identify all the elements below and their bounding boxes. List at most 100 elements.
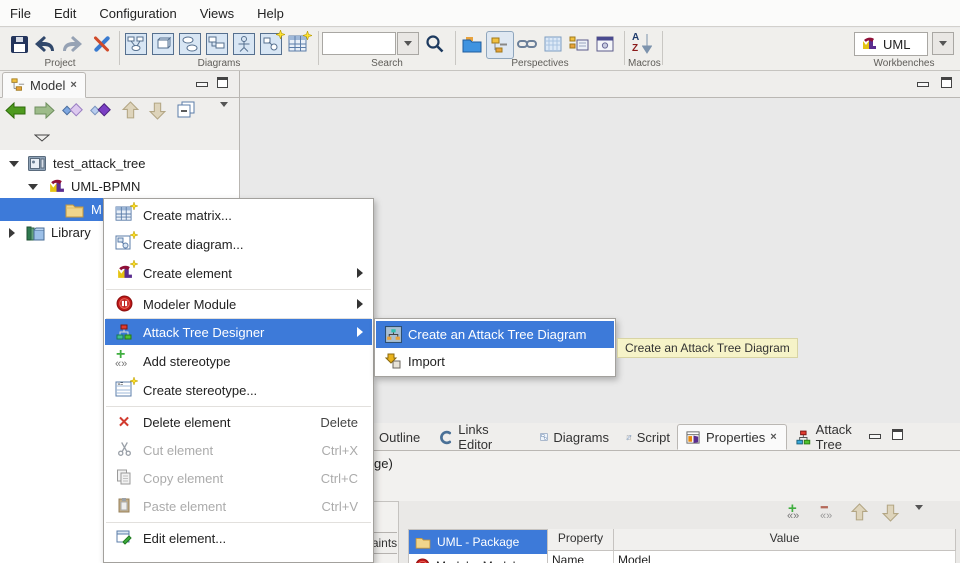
- tree-item-project[interactable]: test_attack_tree: [0, 152, 240, 175]
- minimize-button[interactable]: [195, 79, 208, 89]
- move-up-button[interactable]: [121, 101, 140, 123]
- expand-toggle-icon[interactable]: [9, 228, 15, 238]
- value-cell-name[interactable]: Model: [614, 551, 956, 563]
- view-menu-button[interactable]: [220, 107, 228, 122]
- minimize-button[interactable]: [916, 79, 929, 89]
- toolbar-group-label-project: Project: [4, 58, 116, 69]
- menu-item-create-stereotype[interactable]: «= Create stereotype...: [105, 376, 372, 404]
- composite-diagram-button[interactable]: [204, 31, 230, 57]
- close-icon[interactable]: ×: [770, 431, 776, 443]
- menu-item-edit-element[interactable]: Edit element...: [105, 524, 372, 552]
- list-item-label: UML - Package: [437, 535, 519, 549]
- list-item-modeler-module[interactable]: Modeler Module: [409, 554, 547, 563]
- expand-toggle-icon[interactable]: [9, 161, 19, 167]
- macros-button[interactable]: A Z: [629, 31, 655, 57]
- menu-views[interactable]: Views: [200, 6, 247, 21]
- chevron-expander-icon[interactable]: [34, 134, 50, 142]
- table-header-value: Value: [614, 529, 956, 551]
- sort-az-icon: A Z: [631, 33, 653, 55]
- tab-label: Properties: [706, 430, 765, 445]
- move-stereotype-up-button[interactable]: [850, 503, 869, 525]
- menu-separator: [106, 406, 371, 407]
- maximize-icon: [892, 429, 903, 440]
- maximize-icon: [941, 77, 952, 88]
- search-dropdown-button[interactable]: [397, 32, 419, 55]
- tab-properties[interactable]: Properties ×: [677, 424, 787, 450]
- side-tab-constraints[interactable]: aints: [371, 532, 397, 554]
- tab-model[interactable]: Model ×: [2, 72, 86, 98]
- workbench-dropdown-button[interactable]: [932, 32, 954, 55]
- toolbar-group-label-macros: Macros: [628, 58, 660, 69]
- menu-item-paste-element[interactable]: Paste element Ctrl+V: [105, 492, 372, 520]
- menu-edit[interactable]: Edit: [54, 6, 89, 21]
- model-perspective-button[interactable]: [486, 31, 514, 59]
- menu-item-add-stereotype[interactable]: + «» Add stereotype: [105, 347, 372, 375]
- collapse-all-button[interactable]: [177, 101, 196, 121]
- navigate-back-button[interactable]: [5, 102, 26, 122]
- maximize-button[interactable]: [217, 77, 228, 88]
- actor-diagram-button[interactable]: [231, 31, 257, 57]
- create-diagram-button[interactable]: [258, 31, 284, 57]
- menu-item-cut-element[interactable]: Cut element Ctrl+X: [105, 436, 372, 464]
- project-perspective-button[interactable]: [459, 31, 485, 57]
- remove-stereotype-button[interactable]: ━ «»: [818, 504, 840, 524]
- create-matrix-button[interactable]: [285, 31, 311, 57]
- window-perspective-button[interactable]: [592, 31, 618, 57]
- tooltip: Create an Attack Tree Diagram: [617, 338, 798, 358]
- table-header-property: Property: [548, 529, 614, 551]
- form-perspective-button[interactable]: [566, 31, 592, 57]
- add-stereotype-button[interactable]: + «»: [785, 504, 807, 524]
- tree-item-uml-bpmn[interactable]: UML-BPMN: [0, 175, 240, 198]
- undo-button[interactable]: [32, 31, 58, 57]
- expand-toggle-icon[interactable]: [28, 184, 38, 190]
- delete-icon: ✕: [114, 415, 134, 430]
- minimize-button[interactable]: [868, 431, 881, 441]
- arrow-down-icon: [881, 503, 900, 522]
- next-selection-button[interactable]: [90, 102, 112, 122]
- close-icon[interactable]: ×: [70, 79, 76, 91]
- toolbar-group-project: Project: [4, 28, 116, 70]
- deployment-diagram-button[interactable]: [150, 31, 176, 57]
- move-down-button[interactable]: [148, 101, 167, 123]
- menu-help[interactable]: Help: [257, 6, 297, 21]
- list-item-uml-package[interactable]: UML - Package: [409, 530, 547, 554]
- maximize-button[interactable]: [892, 429, 903, 440]
- menu-item-create-element[interactable]: Create element: [105, 259, 372, 287]
- menu-item-attack-tree-designer[interactable]: Attack Tree Designer: [105, 319, 372, 345]
- class-diagram-button[interactable]: [123, 31, 149, 57]
- tab-links-editor[interactable]: Links Editor: [431, 424, 531, 450]
- grid-perspective-button[interactable]: [540, 31, 566, 57]
- model-tree-icon: [491, 37, 509, 54]
- menu-item-modeler-module[interactable]: Modeler Module: [105, 290, 372, 318]
- tab-script[interactable]: Script: [618, 424, 678, 450]
- remove-stereotype-icon: ━ «»: [818, 504, 840, 524]
- menu-configuration[interactable]: Configuration: [99, 6, 189, 21]
- menu-item-delete-element[interactable]: ✕ Delete element Delete: [105, 408, 372, 436]
- redo-button[interactable]: [59, 31, 85, 57]
- use-case-diagram-button[interactable]: [177, 31, 203, 57]
- modelio-logo-icon: [48, 178, 65, 195]
- menu-item-copy-element[interactable]: Copy element Ctrl+C: [105, 464, 372, 492]
- menu-item-create-matrix[interactable]: Create matrix...: [105, 201, 372, 229]
- save-button[interactable]: [6, 31, 32, 57]
- search-button[interactable]: [422, 31, 448, 57]
- submenu-item-create-attack-tree-diagram[interactable]: Create an Attack Tree Diagram: [376, 321, 614, 348]
- menu-item-create-diagram[interactable]: Create diagram...: [105, 230, 372, 258]
- stereotype-menu-button[interactable]: [915, 510, 923, 525]
- create-diagram-icon: [260, 33, 282, 55]
- tab-diagrams[interactable]: Diagrams: [532, 424, 617, 450]
- submenu-item-import[interactable]: Import: [376, 348, 614, 375]
- chevron-down-icon: [220, 102, 228, 122]
- tab-label: Links Editor: [458, 422, 523, 452]
- configure-tools-button[interactable]: [88, 31, 114, 57]
- links-perspective-button[interactable]: [514, 31, 540, 57]
- move-stereotype-down-button[interactable]: [881, 503, 900, 525]
- new-star-icon: [303, 31, 312, 40]
- search-input[interactable]: [322, 32, 396, 55]
- workbench-combo[interactable]: UML: [854, 32, 928, 56]
- maximize-button[interactable]: [941, 77, 952, 88]
- create-matrix-icon: [288, 35, 308, 53]
- navigate-forward-button[interactable]: [34, 102, 55, 122]
- previous-selection-button[interactable]: [62, 102, 84, 122]
- menu-file[interactable]: File: [10, 6, 44, 21]
